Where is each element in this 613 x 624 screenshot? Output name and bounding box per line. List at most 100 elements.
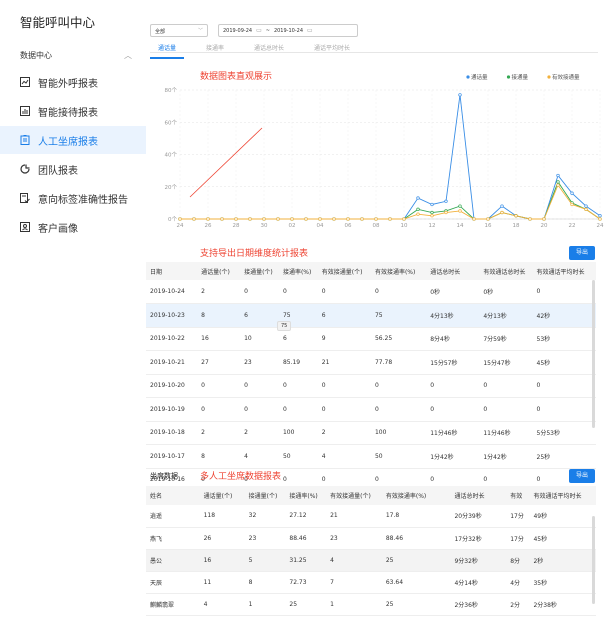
tab-total-duration[interactable]: 通话总时长 bbox=[246, 40, 292, 59]
x-tick-label: 18 bbox=[513, 223, 520, 229]
sidebar-item-customer-profile[interactable]: 客户画像 bbox=[0, 213, 146, 241]
user-card-icon bbox=[20, 222, 30, 232]
legend-label: 接通量 bbox=[512, 73, 529, 81]
tab-connect-rate[interactable]: 接通率 bbox=[198, 40, 232, 59]
date-start[interactable]: 2019-09-24 bbox=[223, 28, 252, 34]
table-cell: 8 bbox=[244, 571, 286, 594]
table-cell: 4分13秒 bbox=[426, 303, 480, 328]
agent-select[interactable]: 全部 ﹀ bbox=[150, 24, 208, 37]
table-row[interactable]: 燕飞 26 23 88.46 23 88.46 17分32秒 17分 45秒 bbox=[146, 527, 596, 550]
table-cell: 88.46 bbox=[285, 527, 327, 550]
table-cell: 75 bbox=[370, 303, 427, 328]
data-point bbox=[458, 209, 462, 213]
agent-select-value: 全部 bbox=[155, 29, 166, 35]
table-cell: 63.64 bbox=[381, 571, 451, 594]
table-cell: 0 bbox=[370, 280, 427, 304]
data-point bbox=[458, 93, 462, 97]
table-row[interactable]: 2019-10-24 2 0 0 0 0 0秒 0秒 0 bbox=[146, 280, 596, 304]
table-cell: 0 bbox=[370, 397, 427, 422]
table-cell: 26 bbox=[199, 527, 245, 550]
bar-chart-icon bbox=[20, 106, 30, 116]
table-cell: 0 bbox=[317, 374, 371, 398]
table-row[interactable]: 2019-10-20 0 0 0 0 0 0 0 0 bbox=[146, 374, 596, 398]
data-point bbox=[402, 217, 406, 221]
table-cell: 77.78 bbox=[370, 350, 427, 375]
data-point bbox=[290, 217, 294, 221]
cell-tooltip: 75 bbox=[277, 321, 292, 331]
document-check-icon bbox=[20, 193, 30, 203]
table-row[interactable]: 逍遥 118 32 27.12 21 17.8 20分39秒 17分 49秒 bbox=[146, 505, 596, 528]
export-agent-button[interactable]: 导出 bbox=[569, 469, 595, 483]
table-row[interactable]: 2019-10-23 8 6 75 6 75 4分13秒 4分13秒 42秒 bbox=[146, 303, 596, 328]
table-cell: 53秒 bbox=[532, 327, 596, 351]
tab-avg-duration[interactable]: 通话平均时长 bbox=[306, 40, 358, 59]
column-header: 有效接通率(%) bbox=[370, 262, 427, 280]
x-tick-label: 14 bbox=[457, 223, 464, 229]
data-point bbox=[528, 217, 532, 221]
table-row[interactable]: 愚公 16 5 31.25 4 25 9分32秒 8分 2秒 bbox=[146, 549, 596, 572]
table-cell: 118 bbox=[199, 505, 245, 528]
table-cell: 11分46秒 bbox=[479, 421, 533, 445]
column-header: 有效通话平均时长 bbox=[532, 262, 596, 280]
calendar-icon: ▭ bbox=[307, 27, 313, 34]
column-header: 有效接通量(个) bbox=[326, 486, 382, 505]
data-point bbox=[430, 210, 434, 215]
data-point bbox=[500, 210, 504, 215]
y-tick-label: 20个 bbox=[165, 184, 178, 191]
table-cell: 0 bbox=[240, 374, 279, 398]
table-row[interactable]: 2019-10-22 16 10 6 9 56.25 8分4秒 7分59秒 53秒 bbox=[146, 327, 596, 351]
data-point bbox=[570, 191, 574, 195]
sidebar-item-team-report[interactable]: 团队报表 bbox=[0, 155, 146, 183]
data-point bbox=[346, 217, 350, 221]
table-row[interactable]: 麒麟翡翠 4 1 25 1 25 2分36秒 2分 2分38秒 bbox=[146, 593, 596, 616]
table-cell: 逍遥 bbox=[146, 505, 200, 528]
x-tick-label: 26 bbox=[205, 223, 212, 229]
agent-table-scrollbar[interactable] bbox=[592, 516, 595, 604]
column-header: 通话总时长 bbox=[450, 486, 507, 505]
date-separator: ~ bbox=[265, 27, 270, 34]
sidebar-item-outbound-report[interactable]: 智能外呼报表 bbox=[0, 68, 146, 96]
column-header: 接通率(%) bbox=[278, 262, 318, 280]
table-cell: 23 bbox=[244, 527, 286, 550]
x-tick-label: 16 bbox=[485, 223, 492, 229]
table-cell: 5分53秒 bbox=[532, 421, 596, 445]
data-point bbox=[584, 207, 588, 211]
tab-call-volume[interactable]: 通话量 bbox=[150, 40, 185, 59]
date-end[interactable]: 2019-10-24 bbox=[274, 28, 303, 34]
table-row[interactable]: 2019-10-17 8 4 50 4 50 1分42秒 1分42秒 25秒 bbox=[146, 444, 596, 469]
table-cell: 0 bbox=[532, 397, 596, 422]
date-range-picker[interactable]: 2019-09-24 ▭ ~ 2019-10-24 ▭ bbox=[218, 24, 358, 37]
legend-marker bbox=[547, 75, 551, 79]
sidebar-item-reception-report[interactable]: 智能接待报表 bbox=[0, 97, 146, 125]
data-point bbox=[220, 217, 224, 221]
table-cell: 72.73 bbox=[285, 571, 327, 594]
table-row[interactable]: 2019-10-21 27 23 85.19 21 77.78 15分57秒 15分47秒 45… bbox=[146, 350, 596, 375]
table-cell: 16 bbox=[199, 549, 245, 572]
data-point bbox=[178, 217, 182, 221]
export-daily-button[interactable]: 导出 bbox=[569, 246, 595, 260]
table-cell: 0 bbox=[317, 397, 371, 422]
tab-divider bbox=[150, 52, 598, 53]
table-cell: 15分57秒 bbox=[426, 350, 480, 375]
sidebar-item-agent-report[interactable]: 人工坐席报表 bbox=[0, 126, 146, 154]
chevron-down-icon: ﹀ bbox=[197, 28, 203, 34]
table-cell: 2分 bbox=[506, 593, 530, 616]
table-cell: 2019-10-21 bbox=[146, 350, 198, 375]
table-row[interactable]: 2019-10-19 0 0 0 0 0 0 0 0 bbox=[146, 397, 596, 422]
table-row[interactable]: 2019-10-18 2 2 100 2 100 11分46秒 11分46秒 5分53秒 bbox=[146, 421, 596, 445]
table-cell: 21 bbox=[317, 350, 371, 375]
table-cell: 17分 bbox=[506, 505, 530, 528]
daily-table-scrollbar[interactable] bbox=[592, 280, 595, 428]
table-cell: 0 bbox=[278, 280, 318, 304]
table-cell: 天辰 bbox=[146, 571, 200, 594]
nav-group-data-center[interactable]: 数据中心 ︿ bbox=[20, 50, 138, 61]
table-cell: 27 bbox=[197, 350, 241, 375]
data-point bbox=[598, 214, 602, 218]
table-row[interactable]: 天辰 11 8 72.73 7 63.64 4分14秒 4分 35秒 bbox=[146, 571, 596, 594]
table-cell: 1 bbox=[326, 593, 382, 616]
table-cell: 0 bbox=[240, 397, 279, 422]
sidebar-item-intent-accuracy[interactable]: 意向标签准确性报告 bbox=[0, 184, 146, 212]
x-tick-label: 24 bbox=[597, 223, 604, 229]
table-cell: 25 bbox=[285, 593, 327, 616]
data-point bbox=[486, 217, 490, 221]
